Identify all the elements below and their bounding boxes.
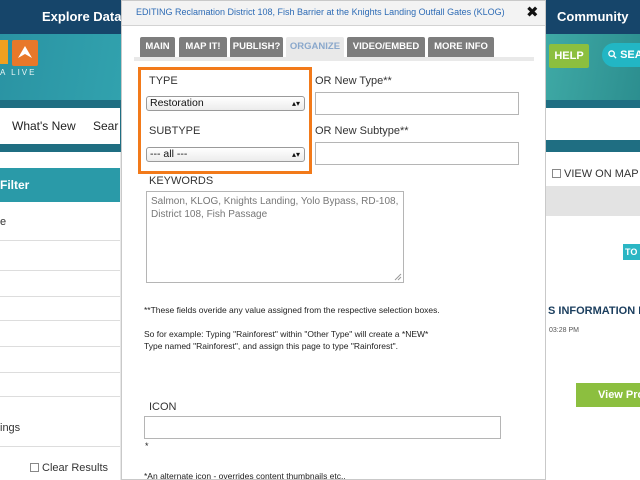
tab-more-info[interactable]: MORE INFO — [428, 37, 494, 57]
filter-item[interactable]: ings — [0, 422, 20, 434]
search-button-label: SEAR — [620, 49, 640, 61]
tab-whats-new[interactable]: What's New — [12, 119, 76, 133]
search-button[interactable]: SEAR — [602, 43, 640, 67]
keywords-textarea[interactable]: Salmon, KLOG, Knights Landing, Yolo Bypa… — [146, 191, 404, 283]
filter-item[interactable]: e — [0, 216, 6, 228]
tab-main[interactable]: MAIN — [140, 37, 175, 57]
view-on-map-checkbox[interactable] — [552, 169, 561, 178]
filter-title: Filter — [0, 178, 30, 192]
new-type-input[interactable] — [315, 92, 519, 115]
tab-organize[interactable]: ORGANIZE — [286, 37, 344, 57]
icon-required-mark: * — [145, 441, 149, 451]
divider — [0, 346, 120, 347]
keywords-label: KEYWORDS — [149, 175, 214, 187]
divider — [0, 240, 120, 241]
view-profile-button[interactable]: View Pro — [576, 383, 640, 407]
nav-explore-data[interactable]: Explore Data — [42, 9, 121, 24]
override-example: So for example: Typing "Rainforest" with… — [144, 329, 429, 351]
secondary-tabs: What's New Sear — [0, 108, 120, 144]
tab-map-it[interactable]: MAP IT! — [179, 37, 227, 57]
highlight-box — [138, 67, 312, 174]
new-subtype-input[interactable] — [315, 142, 519, 165]
edit-modal: EDITING Reclamation District 108, Fish B… — [121, 0, 546, 480]
logo-fish-icon — [12, 40, 38, 66]
nav-community[interactable]: Community — [557, 9, 629, 24]
results-toolbar — [546, 186, 640, 216]
divider — [0, 372, 120, 373]
modal-title-bar: EDITING Reclamation District 108, Fish B… — [122, 1, 545, 26]
divider — [0, 446, 120, 447]
filter-header[interactable]: Filter — [0, 168, 120, 202]
tab-search[interactable]: Sear — [93, 119, 118, 133]
icon-label: ICON — [149, 401, 177, 413]
result-timestamp: 03:28 PM — [549, 327, 579, 334]
divider — [0, 270, 120, 271]
logo-text: A LIVE — [0, 68, 37, 77]
divider — [0, 396, 120, 397]
new-subtype-label: OR New Subtype** — [315, 125, 409, 137]
new-type-label: OR New Type** — [315, 75, 392, 87]
help-button[interactable]: HELP — [549, 44, 589, 68]
view-on-map-toggle[interactable]: VIEW ON MAP — [552, 168, 639, 180]
logo-mark — [0, 40, 8, 64]
search-icon — [608, 50, 617, 59]
clear-results-checkbox[interactable] — [30, 463, 39, 472]
modal-title: EDITING Reclamation District 108, Fish B… — [136, 7, 505, 17]
close-icon[interactable]: ✖ — [526, 3, 539, 21]
icon-note: *An alternate icon - overrides content t… — [144, 471, 346, 480]
clear-results[interactable]: Clear Results — [30, 462, 108, 474]
result-heading[interactable]: S INFORMATION I — [548, 305, 640, 317]
badge[interactable]: TO — [623, 244, 640, 260]
resize-handle-icon[interactable] — [394, 273, 402, 281]
tab-publish[interactable]: PUBLISH? — [230, 37, 283, 57]
override-note: **These fields overide any value assigne… — [144, 305, 440, 315]
clear-results-label: Clear Results — [42, 462, 109, 474]
tab-video-embed[interactable]: VIDEO/EMBED — [347, 37, 425, 57]
secondary-tab-right — [546, 108, 640, 140]
divider — [0, 296, 120, 297]
icon-input[interactable] — [144, 416, 501, 439]
divider — [0, 320, 120, 321]
tab-underline — [134, 57, 534, 61]
view-on-map-label: VIEW ON MAP — [564, 168, 639, 180]
